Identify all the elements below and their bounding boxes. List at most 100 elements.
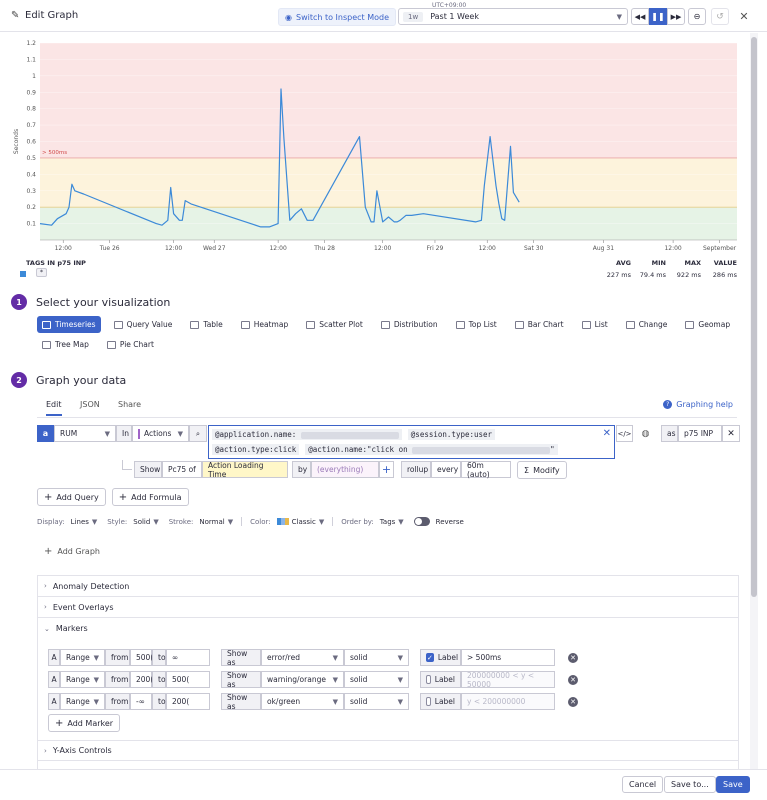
add-graph-button[interactable]: + Add Graph [44, 546, 100, 557]
palette-button[interactable]: ◍ [637, 425, 654, 442]
color-select[interactable]: Classic ▼ [276, 518, 324, 526]
viz-option-heatmap[interactable]: Heatmap [236, 316, 293, 333]
legend-tag-badge[interactable]: * [36, 268, 47, 277]
marker-label-input[interactable]: 200000000 < y < 50000 [461, 671, 555, 689]
remove-marker-icon[interactable]: ✕ [568, 697, 578, 707]
marker-label-checkbox[interactable] [426, 675, 431, 684]
marker-from-input[interactable]: 500( [130, 649, 153, 666]
time-picker[interactable]: 1w Past 1 Week ▼ [398, 8, 628, 25]
filter-tag-action-type[interactable]: @action.type:click [212, 444, 300, 455]
filter-tag-session[interactable]: @session.type:user [407, 429, 496, 440]
marker-from-input[interactable]: 200( [130, 671, 153, 688]
rewind-button[interactable]: ◀◀ [631, 8, 649, 25]
y-axis-controls-section[interactable]: › Y-Axis Controls [38, 740, 738, 761]
group-by-select[interactable]: (everything) [311, 461, 379, 478]
add-query-button[interactable]: + Add Query [37, 488, 106, 506]
viz-option-pie-chart[interactable]: Pie Chart [102, 336, 159, 353]
add-group-button[interactable]: + [379, 461, 394, 478]
marker-color-select[interactable]: error/red ▼ [261, 649, 344, 666]
tab-edit[interactable]: Edit [46, 400, 62, 416]
cancel-button[interactable]: Cancel [622, 776, 664, 793]
marker-color-select[interactable]: ok/green ▼ [261, 693, 344, 710]
step2-number: 2 [11, 372, 27, 388]
viz-option-table[interactable]: Table [185, 316, 227, 333]
anomaly-detection-section[interactable]: › Anomaly Detection [38, 576, 738, 597]
code-toggle-button[interactable]: </> [616, 425, 633, 442]
marker-label-checkbox[interactable]: ✓ [426, 653, 434, 662]
add-marker-button[interactable]: + Add Marker [48, 714, 121, 732]
dataset-select[interactable]: Actions ▼ [132, 425, 189, 442]
add-formula-button[interactable]: + Add Formula [111, 488, 189, 506]
pause-button[interactable]: ❚❚ [649, 8, 667, 25]
marker-label-toggle[interactable]: Label [420, 693, 461, 710]
viz-option-distribution[interactable]: Distribution [376, 316, 443, 333]
viz-option-scatter-plot[interactable]: Scatter Plot [301, 316, 368, 333]
marker-from-label: from [105, 649, 130, 666]
rollup-interval-select[interactable]: 60m (auto) [461, 461, 511, 479]
pause-icon: ❚❚ [651, 12, 665, 21]
style-select[interactable]: Solid ▼ [133, 518, 158, 526]
undo-button[interactable]: ↺ [711, 8, 729, 25]
scrollbar-track[interactable] [750, 33, 758, 769]
marker-to-input[interactable]: 500( [166, 671, 210, 688]
filter-tag-application[interactable]: @application.name: [212, 429, 402, 440]
save-button[interactable]: Save [716, 776, 750, 793]
marker-type-select[interactable]: Range ▼ [60, 693, 105, 710]
aggregation-select[interactable]: Pc75 of [162, 461, 202, 478]
remove-query-button[interactable]: ✕ [722, 425, 740, 442]
tab-share[interactable]: Share [118, 400, 141, 409]
marker-type-select[interactable]: Range ▼ [60, 671, 105, 688]
alias-input[interactable]: p75 INP [678, 425, 722, 442]
viz-option-query-value[interactable]: Query Value [109, 316, 178, 333]
scrollbar-thumb[interactable] [751, 37, 757, 597]
close-button[interactable]: ✕ [737, 8, 751, 25]
marker-label-input[interactable]: > 500ms [461, 649, 555, 666]
save-to-button[interactable]: Save to... [664, 776, 716, 793]
distribution-icon [380, 320, 390, 329]
marker-to-input[interactable]: ∞ [166, 649, 210, 666]
order-select[interactable]: Tags ▼ [380, 518, 404, 526]
inspect-mode-button[interactable]: ◉ Switch to Inspect Mode [278, 8, 397, 26]
marker-line-style-select[interactable]: solid ▼ [344, 671, 409, 688]
plus-icon: + [44, 546, 53, 557]
marker-from-input[interactable]: -∞ [130, 693, 152, 710]
rollup-function-select[interactable]: every [431, 461, 461, 478]
viz-option-change[interactable]: Change [621, 316, 673, 333]
marker-color-select[interactable]: warning/orange ▼ [261, 671, 344, 688]
data-source-select[interactable]: RUM ▼ [54, 425, 116, 442]
marker-label-toggle[interactable]: Label [420, 671, 461, 688]
event-overlays-section[interactable]: › Event Overlays [38, 597, 738, 618]
viz-option-top-list[interactable]: Top List [451, 316, 502, 333]
zoom-out-button[interactable]: ⊖ [688, 8, 706, 25]
marker-type-select[interactable]: Range ▼ [60, 649, 105, 666]
tab-json[interactable]: JSON [80, 400, 100, 409]
forward-button[interactable]: ▶▶ [667, 8, 685, 25]
stroke-select[interactable]: Normal ▼ [199, 518, 233, 526]
viz-option-geomap[interactable]: Geomap [680, 316, 735, 333]
clear-filter-icon[interactable]: ✕ [603, 428, 611, 439]
marker-label-checkbox[interactable] [426, 697, 431, 706]
viz-option-timeseries[interactable]: Timeseries [37, 316, 101, 333]
viz-option-tree-map[interactable]: Tree Map [37, 336, 94, 353]
viz-option-bar-chart[interactable]: Bar Chart [510, 316, 569, 333]
marker-label-toggle[interactable]: ✓ Label [420, 649, 461, 666]
remove-marker-icon[interactable]: ✕ [568, 653, 578, 663]
marker-line-style-select[interactable]: solid ▼ [344, 693, 409, 710]
marker-label-input[interactable]: y < 200000000 [461, 693, 555, 710]
viz-option-label: Scatter Plot [319, 320, 363, 329]
chevron-down-icon: ▼ [398, 517, 404, 526]
viz-option-list[interactable]: List [577, 316, 613, 333]
remove-marker-icon[interactable]: ✕ [568, 675, 578, 685]
filter-input[interactable]: @application.name: @session.type:user @a… [208, 425, 615, 459]
show-label: Show [134, 461, 162, 478]
filter-tag-action-name[interactable]: @action.name:"click on " [305, 444, 558, 455]
modify-button[interactable]: Σ Modify [517, 461, 567, 479]
marker-to-input[interactable]: 200( [166, 693, 210, 710]
graphing-help-link[interactable]: ? Graphing help [663, 400, 733, 409]
reverse-toggle[interactable] [413, 517, 430, 526]
marker-line-style-select[interactable]: solid ▼ [344, 649, 409, 666]
display-select[interactable]: Lines ▼ [71, 518, 98, 526]
x-tick-label: Fri 29 [427, 245, 444, 252]
markers-section[interactable]: ⌄ Markers [38, 618, 738, 639]
measure-select[interactable]: Action Loading Time [202, 461, 288, 479]
